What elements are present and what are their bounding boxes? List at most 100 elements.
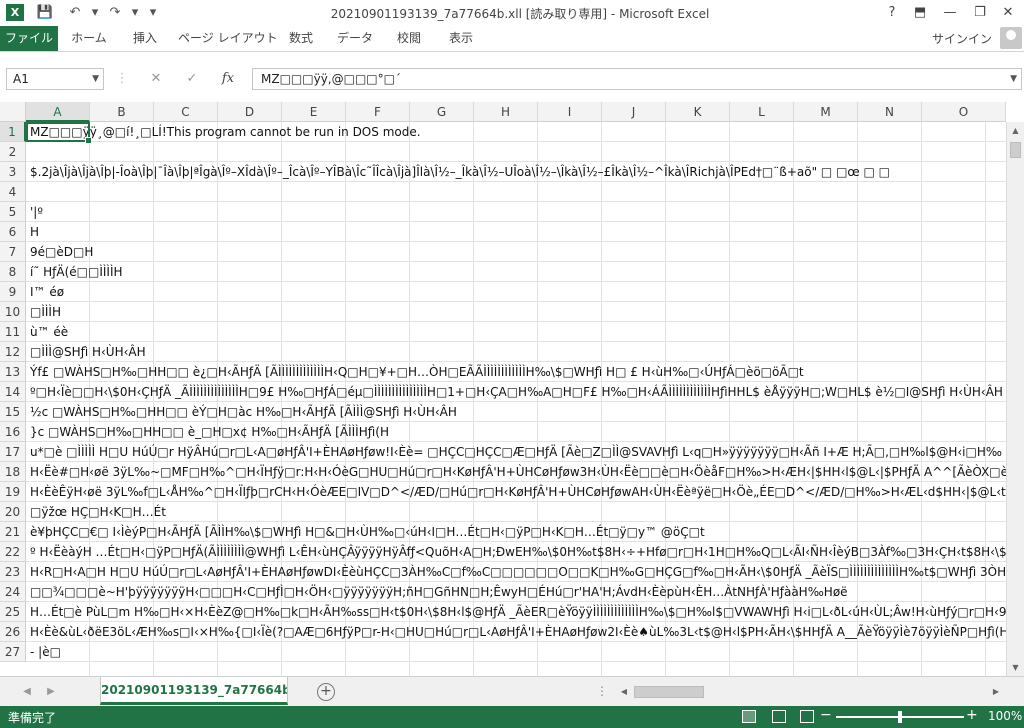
normal-view-icon[interactable] [742,710,756,723]
enter-icon[interactable]: ✓ [182,68,202,90]
hscroll-thumb[interactable] [634,686,704,698]
column-header-m[interactable]: M [794,102,858,122]
row-header-23[interactable]: 23 [0,562,26,582]
title-bar: X 💾 ↶ ▾ ↷ ▾ ▾ 20210901193139_7a77664b.xl… [0,0,1024,26]
row-header-15[interactable]: 15 [0,402,26,422]
row-header-21[interactable]: 21 [0,522,26,542]
column-header-i[interactable]: I [538,102,602,122]
row-header-3[interactable]: 3 [0,162,26,182]
page-break-view-icon[interactable] [800,710,814,723]
add-sheet-icon[interactable]: + [317,683,335,701]
row-header-4[interactable]: 4 [0,182,26,202]
tab-file[interactable]: ファイル [0,26,58,51]
column-header-g[interactable]: G [410,102,474,122]
scroll-up-icon[interactable]: ▲ [1007,122,1024,139]
column-header-d[interactable]: D [218,102,282,122]
expand-formula-bar-icon[interactable]: ▼ [1010,69,1017,89]
close-button[interactable]: ✕ [994,2,1022,24]
sheet-next-icon[interactable]: ▶ [42,682,60,702]
zoom-level[interactable]: 100% [988,709,1022,723]
select-all-corner[interactable] [0,102,26,122]
tab-insert[interactable]: 挿入 [124,26,166,51]
row-header-18[interactable]: 18 [0,462,26,482]
customize-quick-access-icon[interactable]: ▾ [142,3,164,23]
column-header-b[interactable]: B [90,102,154,122]
cancel-icon[interactable]: ✕ [146,68,166,90]
cell-a7: 9é□èD□H [30,245,94,259]
insert-function-icon[interactable]: fx [218,68,238,90]
row-header-11[interactable]: 11 [0,322,26,342]
undo-dropdown-icon[interactable]: ▾ [84,3,106,23]
horizontal-scrollbar[interactable]: ◀ ▶ [616,684,1004,700]
scroll-thumb[interactable] [1010,142,1021,158]
sheet-tab-active[interactable]: 20210901193139_7a77664b [100,677,288,705]
row-header-16[interactable]: 16 [0,422,26,442]
row-header-26[interactable]: 26 [0,622,26,642]
column-header-c[interactable]: C [154,102,218,122]
formula-input[interactable]: MZ□□□ÿÿ,@□□□°□´ ▼ [252,68,1022,90]
active-cell-outline[interactable] [26,122,92,144]
row-header-2[interactable]: 2 [0,142,26,162]
column-header-f[interactable]: F [346,102,410,122]
scroll-right-icon[interactable]: ▶ [988,684,1004,700]
column-header-l[interactable]: L [730,102,794,122]
chevron-down-icon[interactable]: ▼ [92,69,99,89]
help-button[interactable]: ? [878,2,906,24]
cell-a21: è¥þHÇC□€□ I‹ÌèýP□H‹ÃHƒÄ [ÃÌÌH‰\$□WHƒì H□… [30,525,705,539]
redo-icon[interactable]: ↷ [104,3,126,23]
cell-a17: u*□è □ÌÌÌÌÌ H□U HúÚ□r HÿÂHú□r□L‹A□øHƒÂ'I… [30,445,1006,459]
avatar[interactable] [1000,27,1022,49]
column-header-n[interactable]: N [858,102,922,122]
column-header-j[interactable]: J [602,102,666,122]
cell-a15: ½c □WÀHS□H‰□HH□□ èÝ□H□àc H‰□H‹ÃHƒÄ [ÃÌÌÌ… [30,405,457,419]
column-header-o[interactable]: O [922,102,1006,122]
row-header-8[interactable]: 8 [0,262,26,282]
row-header-13[interactable]: 13 [0,362,26,382]
page-layout-view-icon[interactable] [772,710,786,723]
sheet-prev-icon[interactable]: ◀ [18,682,36,702]
cell-a8: í˜ HƒÄ(é□□ÌÌÌÌH [30,265,123,279]
maximize-button[interactable]: ❐ [966,2,994,24]
row-header-10[interactable]: 10 [0,302,26,322]
row-header-22[interactable]: 22 [0,542,26,562]
row-header-7[interactable]: 7 [0,242,26,262]
ribbon-display-options-button[interactable]: ⬒ [906,2,934,24]
column-header-h[interactable]: H [474,102,538,122]
row-header-24[interactable]: 24 [0,582,26,602]
row-header-1[interactable]: 1 [0,122,26,142]
worksheet-grid[interactable]: ABCDEFGHIJKLMNO 1 2 3 4 5 6 7 8 9 10 11 12 13 14 15 16 1… [0,102,1024,676]
save-icon[interactable]: 💾 [34,3,56,23]
tab-page-layout[interactable]: ページ レイアウト [178,26,278,51]
column-header-a[interactable]: A [26,102,90,122]
tab-view[interactable]: 表示 [440,26,482,51]
tab-splitter-icon[interactable]: ⋮ [596,684,608,698]
tab-home[interactable]: ホーム [66,26,112,51]
row-header-9[interactable]: 9 [0,282,26,302]
tab-review[interactable]: 校閲 [388,26,430,51]
undo-icon[interactable]: ↶ [64,3,86,23]
row-header-19[interactable]: 19 [0,482,26,502]
row-header-6[interactable]: 6 [0,222,26,242]
row-header-17[interactable]: 17 [0,442,26,462]
tab-data[interactable]: データ [332,26,378,51]
row-header-20[interactable]: 20 [0,502,26,522]
row-header-14[interactable]: 14 [0,382,26,402]
zoom-slider-thumb[interactable] [898,711,902,723]
row-header-25[interactable]: 25 [0,602,26,622]
minimize-button[interactable]: — [936,2,964,24]
zoom-in-icon[interactable]: + [966,707,978,723]
cell-a24: □□¾□□□è~H'þÿÿÿÿÿÿÿH‹□□□H‹C□HƒÌ□H‹ÖH‹□ÿÿÿ… [30,585,848,599]
scroll-down-icon[interactable]: ▼ [1007,659,1024,676]
column-header-k[interactable]: K [666,102,730,122]
row-header-12[interactable]: 12 [0,342,26,362]
tab-formulas[interactable]: 数式 [278,26,324,51]
scroll-left-icon[interactable]: ◀ [616,684,632,700]
name-box[interactable]: A1 ▼ [6,68,104,90]
signin-link[interactable]: サインイン [932,30,992,47]
vertical-scrollbar[interactable]: ▲ ▼ [1006,122,1024,676]
column-header-e[interactable]: E [282,102,346,122]
zoom-out-icon[interactable]: − [820,707,832,723]
row-header-5[interactable]: 5 [0,202,26,222]
row-header-27[interactable]: 27 [0,642,26,662]
status-bar: 準備完了 − + 100% [0,706,1024,728]
